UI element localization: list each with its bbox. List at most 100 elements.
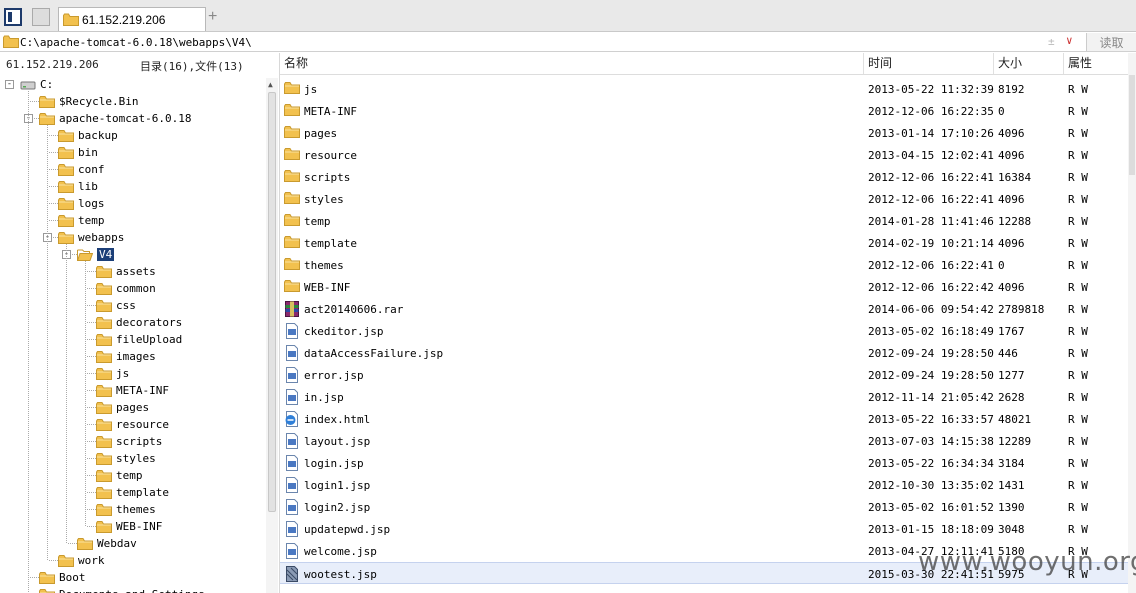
file-attr: R W [1068,303,1088,316]
tree-node-label: fileUpload [116,333,183,346]
chevron-down-icon[interactable]: ∨ [1066,34,1073,47]
tree-node[interactable]: js [96,365,129,382]
file-row[interactable]: resource 2013-04-15 12:02:41 4096 R W [280,144,1128,166]
tree-node[interactable]: Documents and Settings [39,586,205,593]
file-row[interactable]: login1.jsp 2012-10-30 13:35:02 1431 R W [280,474,1128,496]
upload-icon[interactable]: ± [1048,35,1055,48]
tree-node-label: temp [78,214,105,227]
file-size: 1390 [998,501,1025,514]
file-row[interactable]: temp 2014-01-28 11:41:46 12288 R W [280,210,1128,232]
tree-node[interactable]: themes [96,501,156,518]
file-row[interactable]: login2.jsp 2013-05-02 16:01:52 1390 R W [280,496,1128,518]
scroll-thumb[interactable] [268,92,276,512]
file-row[interactable]: in.jsp 2012-11-14 21:05:42 2628 R W [280,386,1128,408]
column-name[interactable]: 名称 [280,53,864,74]
file-time: 2013-05-22 11:32:39 [868,83,994,96]
tree-node[interactable]: decorators [96,314,182,331]
tree-node[interactable]: temp [96,467,143,484]
file-name: login2.jsp [304,501,371,514]
tree-scrollbar[interactable]: ▲ [266,78,278,593]
file-name: dataAccessFailure.jsp [304,347,444,360]
column-size[interactable]: 大小 [994,53,1064,74]
tree-node[interactable]: css [96,297,136,314]
file-row[interactable]: META-INF 2012-12-06 16:22:35 0 R W [280,100,1128,122]
panel-toggle-icon[interactable] [4,8,22,26]
column-attr[interactable]: 属性 [1064,53,1128,74]
scroll-up-icon[interactable]: ▲ [268,80,273,89]
file-row[interactable]: dataAccessFailure.jsp 2012-09-24 19:28:50… [280,342,1128,364]
tree-node[interactable]: backup [58,127,118,144]
tree-node[interactable]: common [96,280,156,297]
file-row[interactable]: themes 2012-12-06 16:22:41 0 R W [280,254,1128,276]
tree-node-label: pages [116,401,150,414]
tree-node[interactable]: Webdav [77,535,137,552]
column-time[interactable]: 时间 [864,53,994,74]
file-time: 2012-10-30 13:35:02 [868,479,994,492]
collapse-toggle[interactable]: - [5,80,14,89]
read-button[interactable]: 读取 [1086,33,1136,51]
file-attr: R W [1068,215,1088,228]
new-tab-button[interactable]: + [208,8,217,26]
folder-icon [58,197,74,210]
tree-connector [87,458,96,459]
tree-node[interactable]: scripts [96,433,162,450]
tree-node[interactable]: webapps [58,229,124,246]
path-input[interactable] [20,34,1082,50]
file-row[interactable]: scripts 2012-12-06 16:22:41 16384 R W [280,166,1128,188]
tree-node[interactable]: bin [58,144,98,161]
tree-node[interactable]: images [96,348,156,365]
file-row[interactable]: layout.jsp 2013-07-03 14:15:38 12289 R W [280,430,1128,452]
tree-node[interactable]: C: [20,76,53,93]
tree-node[interactable]: META-INF [96,382,169,399]
tree-guide [85,261,86,526]
file-row[interactable]: js 2013-05-22 11:32:39 8192 R W [280,78,1128,100]
jsp-file-icon [286,345,298,361]
file-row[interactable]: styles 2012-12-06 16:22:41 4096 R W [280,188,1128,210]
tree-node[interactable]: styles [96,450,156,467]
tree-node-label: styles [116,452,156,465]
tree-node[interactable]: Boot [39,569,86,586]
file-name: resource [304,149,357,162]
folder-icon [58,163,74,176]
file-row[interactable]: updatepwd.jsp 2013-01-15 18:18:09 3048 R W [280,518,1128,540]
tree-node[interactable]: template [96,484,169,501]
tree-node[interactable]: fileUpload [96,331,182,348]
tree-node[interactable]: lib [58,178,98,195]
file-row[interactable]: ckeditor.jsp 2013-05-02 16:18:49 1767 R W [280,320,1128,342]
folder-icon [96,299,112,312]
tree-node[interactable]: work [58,552,105,569]
folder-icon [284,236,300,248]
tree-node[interactable]: V4 [77,246,115,263]
file-size: 12289 [998,435,1032,448]
item-count: 目录(16),文件(13) [140,60,244,73]
folder-icon [96,486,112,499]
tree-node[interactable]: pages [96,399,149,416]
tree-node[interactable]: conf [58,161,105,178]
tree-node[interactable]: WEB-INF [96,518,162,535]
tree-node[interactable]: apache-tomcat-6.0.18 [39,110,191,127]
tree-node[interactable]: assets [96,263,156,280]
tree-node[interactable]: resource [96,416,169,433]
tab-list-icon[interactable] [32,8,50,26]
file-row[interactable]: pages 2013-01-14 17:10:26 4096 R W [280,122,1128,144]
tree-node-label: apache-tomcat-6.0.18 [59,112,192,125]
list-scrollbar[interactable] [1128,53,1136,593]
tree-node-label: $Recycle.Bin [59,95,139,108]
file-row[interactable]: WEB-INF 2012-12-06 16:22:42 4096 R W [280,276,1128,298]
tree-connector [87,441,96,442]
file-row[interactable]: index.html 2013-05-22 16:33:57 48021 R W [280,408,1128,430]
file-row[interactable]: act20140606.rar 2014-06-06 09:54:42 278981… [280,298,1128,320]
rar-archive-icon [285,301,299,317]
file-attr: R W [1068,259,1088,272]
folder-icon [284,148,300,160]
tree-node[interactable]: logs [58,195,105,212]
file-row[interactable]: login.jsp 2013-05-22 16:34:34 3184 R W [280,452,1128,474]
tree-node[interactable]: $Recycle.Bin [39,93,138,110]
scroll-thumb[interactable] [1129,75,1135,175]
file-row[interactable]: error.jsp 2012-09-24 19:28:50 1277 R W [280,364,1128,386]
tree-node[interactable]: temp [58,212,105,229]
file-size: 4096 [998,127,1025,140]
file-row[interactable]: template 2014-02-19 10:21:14 4096 R W [280,232,1128,254]
tree-connector [87,492,96,493]
tab-host[interactable]: 61.152.219.206 [58,7,206,31]
